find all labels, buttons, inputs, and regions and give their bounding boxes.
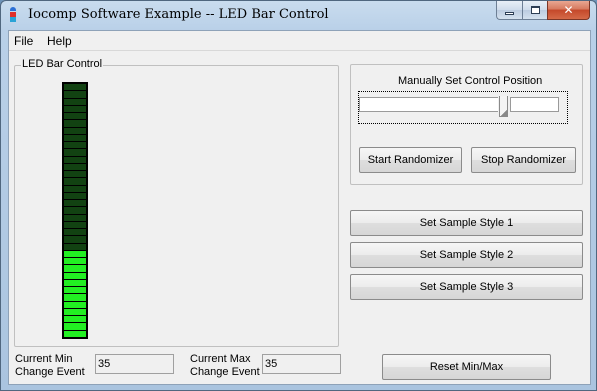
led-segment — [64, 171, 86, 178]
led-bar-control — [62, 82, 88, 339]
led-segment — [64, 185, 86, 192]
manual-control-group: Manually Set Control Position Start Rand… — [350, 64, 583, 185]
set-sample-style-3-button[interactable]: Set Sample Style 3 — [350, 274, 583, 300]
manual-control-label: Manually Set Control Position — [398, 75, 543, 87]
led-segment — [64, 294, 86, 301]
current-min-field: 35 — [95, 354, 174, 374]
led-segment — [64, 207, 86, 214]
led-group-label: LED Bar Control — [21, 58, 104, 70]
led-segment — [64, 323, 86, 330]
current-min-label-line1: Current Min — [15, 353, 73, 365]
led-segment — [64, 149, 86, 156]
led-segment — [64, 105, 86, 112]
reset-min-max-button[interactable]: Reset Min/Max — [382, 354, 551, 380]
led-segment — [64, 308, 86, 315]
led-segment — [64, 265, 86, 272]
client-area: File Help LED Bar Control Manually Set C… — [8, 30, 591, 385]
menu-help[interactable]: Help — [47, 34, 72, 48]
minimize-icon — [505, 11, 514, 15]
title-bar[interactable]: Iocomp Software Example -- LED Bar Contr… — [1, 1, 596, 29]
close-button[interactable]: ✕ — [547, 1, 590, 20]
set-sample-style-1-button[interactable]: Set Sample Style 1 — [350, 210, 583, 236]
current-min-label-line2: Change Event — [15, 366, 85, 378]
led-segment — [64, 287, 86, 294]
maximize-button[interactable] — [522, 1, 547, 20]
current-max-label: Current Max Change Event — [190, 353, 260, 379]
led-segment — [64, 156, 86, 163]
led-segment — [64, 98, 86, 105]
led-segment — [64, 229, 86, 236]
app-window: Iocomp Software Example -- LED Bar Contr… — [0, 0, 597, 391]
led-segment — [64, 113, 86, 120]
led-segment — [64, 178, 86, 185]
led-segment — [64, 200, 86, 207]
slider-track-left[interactable] — [359, 97, 498, 112]
led-segment — [64, 221, 86, 228]
close-icon: ✕ — [563, 3, 574, 17]
led-segment — [64, 330, 86, 337]
led-segment — [64, 120, 86, 127]
led-segment — [64, 258, 86, 265]
led-segment — [64, 272, 86, 279]
window-title: Iocomp Software Example -- LED Bar Contr… — [28, 7, 329, 22]
led-segment — [64, 163, 86, 170]
led-segment — [64, 236, 86, 243]
maximize-icon — [530, 6, 540, 14]
caption-buttons: ✕ — [496, 1, 590, 21]
start-randomizer-button[interactable]: Start Randomizer — [359, 147, 462, 173]
slider-thumb[interactable] — [499, 96, 508, 117]
current-min-label: Current Min Change Event — [15, 353, 85, 379]
current-max-field: 35 — [262, 354, 341, 374]
current-max-label-line2: Change Event — [190, 366, 260, 378]
led-segment — [64, 142, 86, 149]
menu-file[interactable]: File — [14, 34, 33, 48]
led-segment — [64, 243, 86, 250]
led-segment — [64, 134, 86, 141]
led-segment — [64, 214, 86, 221]
led-bar-group: LED Bar Control — [14, 58, 339, 347]
menu-bar: File Help — [9, 31, 590, 51]
minimize-button[interactable] — [496, 1, 522, 20]
led-segment — [64, 250, 86, 257]
set-sample-style-2-button[interactable]: Set Sample Style 2 — [350, 242, 583, 268]
slider-track-right[interactable] — [510, 97, 559, 112]
led-segment — [64, 127, 86, 134]
stop-randomizer-button[interactable]: Stop Randomizer — [471, 147, 576, 173]
led-segment — [64, 301, 86, 308]
led-segment — [64, 279, 86, 286]
led-segment — [64, 316, 86, 323]
current-max-label-line1: Current Max — [190, 353, 251, 365]
led-segment — [64, 91, 86, 98]
led-segment — [64, 84, 86, 91]
app-icon[interactable] — [7, 7, 19, 24]
led-segment — [64, 192, 86, 199]
